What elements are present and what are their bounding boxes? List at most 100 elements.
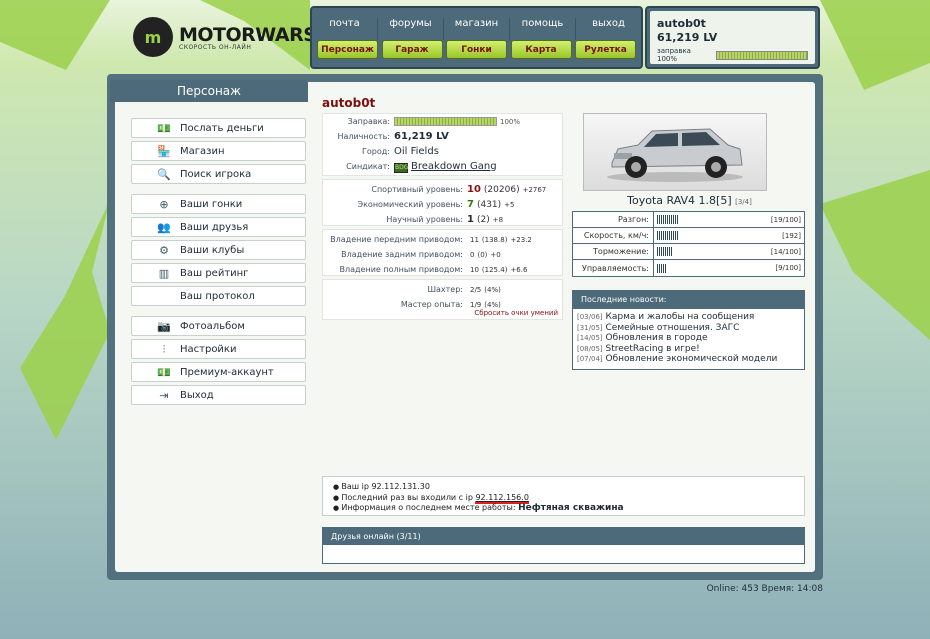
user-name[interactable]: autob0t xyxy=(657,17,808,30)
sidebar-item-0-2[interactable]: 🔍 Поиск игрока xyxy=(131,164,306,184)
level-label: Научный уровень: xyxy=(386,215,463,224)
car-stat-bar xyxy=(654,215,769,224)
sidebar-item-1-2[interactable]: ⚙ Ваши клубы xyxy=(131,240,306,260)
syndicate-label: Синдикат: xyxy=(346,162,390,171)
car-stats: Разгон: [19/100] Скорость, км/ч: [192] Тормо… xyxy=(572,211,805,277)
sidebar-item-2-3[interactable]: ⇥ Выход xyxy=(131,385,306,405)
level-points: (431) xyxy=(476,200,502,210)
sidebar-item-label: Премиум-аккаунт xyxy=(180,366,274,378)
top-link-1[interactable]: форумы xyxy=(378,18,444,40)
section-button-0[interactable]: Персонаж xyxy=(317,40,378,59)
sidebar-item-1-4[interactable]: Ваш протокол xyxy=(131,286,306,306)
sidebar-item-0-1[interactable]: 🏪 Магазин xyxy=(131,141,306,161)
steering-wheel-icon: ⊕ xyxy=(159,198,169,211)
camera-icon: 📷 xyxy=(157,320,171,333)
news-item-3[interactable]: [08/05] StreetRacing в игре! xyxy=(577,344,800,355)
money-icon: 💵 xyxy=(157,122,171,135)
user-fuel-bar xyxy=(716,50,808,60)
level-delta: +8 xyxy=(492,216,504,224)
cash-label: Наличность: xyxy=(337,132,390,141)
skills-block: Шахтер: 2/5 (4%) Мастер опыта: 1/9 (4%) Сброси… xyxy=(322,279,563,320)
syndicate-link[interactable]: Breakdown Gang xyxy=(411,161,497,172)
news-panel: Последние новости: [03/06] Карма и жалоб… xyxy=(572,290,805,370)
sidebar-menu: 💵 Послать деньги 🏪 Магазин 🔍 Поиск игрока ⊕ Ваш… xyxy=(131,118,306,415)
drive-block: Владение передним приводом: 11 (138.8) +23.… xyxy=(322,229,563,276)
top-link-4[interactable]: выход xyxy=(576,18,641,40)
car-stat-row-2: Торможение: [14/100] xyxy=(573,244,804,260)
sidebar-title: Персонаж xyxy=(110,80,308,102)
sidebar-item-2-1[interactable]: ⫶ Настройки xyxy=(131,339,306,359)
drive-level: 0 xyxy=(470,250,475,259)
character-name: autob0t xyxy=(322,96,376,110)
news-text: StreetRacing в игре! xyxy=(605,343,700,354)
sidebar-item-1-3[interactable]: ▥ Ваш рейтинг xyxy=(131,263,306,283)
reset-skills-link[interactable]: Сбросить очки умений xyxy=(474,309,558,317)
car-stat-bar xyxy=(654,263,769,273)
sidebar-item-label: Настройки xyxy=(180,343,237,355)
bg-leaf xyxy=(0,0,110,70)
news-text: Семейные отношения. ЗАГС xyxy=(605,322,740,333)
car-level: [5] xyxy=(716,194,732,207)
sidebar-item-0-0[interactable]: 💵 Послать деньги xyxy=(131,118,306,138)
car-stat-row-3: Управляемость: [9/100] xyxy=(573,260,804,276)
sidebar-item-2-0[interactable]: 📷 Фотоальбом xyxy=(131,316,306,336)
car-stat-value: [19/100] xyxy=(770,215,801,224)
news-text: Карма и жалобы на сообщения xyxy=(605,312,755,322)
last-work-info: Информация о последнем месте работы: Неф… xyxy=(333,503,804,514)
menu-group-2: 📷 Фотоальбом ⫶ Настройки 💵 Премиум-аккаунт ⇥ Вы… xyxy=(131,316,306,405)
news-item-0[interactable]: [03/06] Карма и жалобы на сообщения xyxy=(577,312,800,323)
car-stat-value: [9/100] xyxy=(775,264,801,272)
sidebar-item-label: Ваш протокол xyxy=(180,290,255,302)
top-link-2[interactable]: магазин xyxy=(444,18,510,40)
sidebar-item-label: Поиск игрока xyxy=(180,168,252,180)
user-money: 61,219 LV xyxy=(657,31,718,44)
user-box: autob0t 61,219 LV заправка 100% xyxy=(645,6,820,69)
syndicate-logo-icon: BDG xyxy=(394,162,409,173)
friends-icon: 👥 xyxy=(157,221,171,234)
ip-info: Ваш ip 92.112.131.30 Последний раз вы вх… xyxy=(322,476,805,516)
top-link-0[interactable]: почта xyxy=(312,18,378,40)
current-ip: Ваш ip 92.112.131.30 xyxy=(333,482,804,493)
character-info: Заправка: 100% Наличность: 61,219 LV Гор… xyxy=(322,113,563,176)
sidebar-item-1-1[interactable]: 👥 Ваши друзья xyxy=(131,217,306,237)
friends-online-title[interactable]: Друзья онлайн (3/11) xyxy=(323,528,804,545)
last-ip-link[interactable]: 92.112.156.0 xyxy=(475,492,529,504)
car-stat-row-0: Разгон: [19/100] xyxy=(573,212,804,228)
car-class: [3/4] xyxy=(735,198,752,206)
level-label: Экономический уровень: xyxy=(357,200,463,209)
news-item-4[interactable]: [07/04] Обновление экономической модели xyxy=(577,354,800,365)
city-value: Oil Fields xyxy=(394,146,439,157)
sidebar-item-label: Ваши гонки xyxy=(180,198,243,210)
drive-value: 0 (0) +0 xyxy=(467,250,501,260)
car-title: Toyota RAV4 1.8[5] [3/4] xyxy=(573,194,806,207)
news-item-2[interactable]: [14/05] Обновления в городе xyxy=(577,333,800,344)
sidebar-item-label: Ваш рейтинг xyxy=(180,267,249,279)
section-button-3[interactable]: Карта xyxy=(510,40,572,59)
car-stat-row-1: Скорость, км/ч: [192] xyxy=(573,228,804,244)
drive-points: (138.8) xyxy=(481,235,508,244)
fuel-bar xyxy=(394,117,497,126)
bg-leaf xyxy=(820,170,930,340)
section-button-1[interactable]: Гараж xyxy=(381,40,443,59)
drive-row-0: Владение передним приводом: 11 (138.8) +23.… xyxy=(323,232,562,247)
car-stat-value: [192] xyxy=(782,231,801,240)
menu-group-1: ⊕ Ваши гонки 👥 Ваши друзья ⚙ Ваши клубы ▥ Ваш р… xyxy=(131,194,306,306)
drive-points: (0) xyxy=(477,250,488,259)
car-image[interactable] xyxy=(583,113,767,191)
top-link-3[interactable]: помощь xyxy=(510,18,576,40)
drive-row-2: Владение полным приводом: 10 (125.4) +6.6 xyxy=(323,262,562,277)
shop-icon: 🏪 xyxy=(157,145,171,158)
news-date: [07/04] xyxy=(577,355,603,364)
section-button-4[interactable]: Рулетка xyxy=(575,40,636,59)
rating-icon: ▥ xyxy=(158,267,170,280)
section-button-2[interactable]: Гонки xyxy=(446,40,507,59)
news-item-1[interactable]: [31/05] Семейные отношения. ЗАГС xyxy=(577,323,800,334)
sidebar-item-1-0[interactable]: ⊕ Ваши гонки xyxy=(131,194,306,214)
sidebar-item-label: Фотоальбом xyxy=(180,320,245,332)
level-points: (2) xyxy=(476,215,490,225)
skill-percent: (4%) xyxy=(484,285,501,294)
drive-level: 10 xyxy=(470,265,479,274)
sidebar-item-2-2[interactable]: 💵 Премиум-аккаунт xyxy=(131,362,306,382)
skill-value: 2/5 (4%) xyxy=(467,285,501,295)
sidebar-item-label: Магазин xyxy=(180,145,225,157)
